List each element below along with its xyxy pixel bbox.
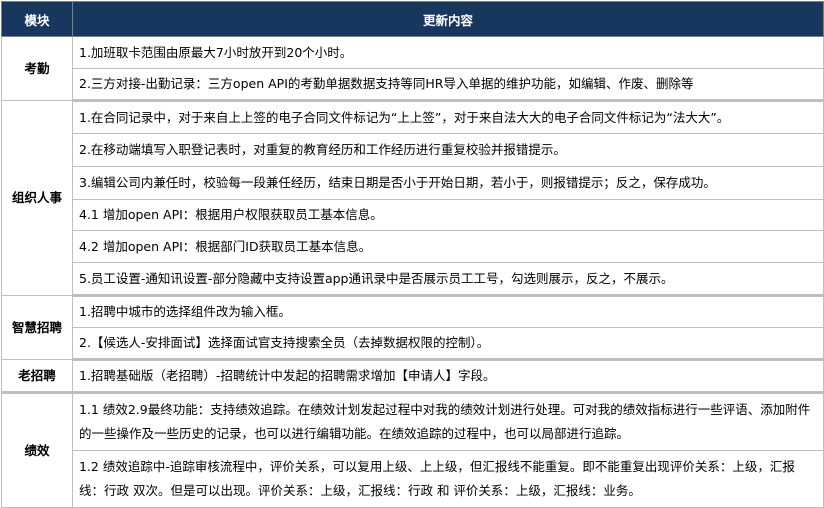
table-row: 2.在移动端填写入职登记表时，对重复的教育经历和工作经历进行重复校验并报错提示。 — [2, 133, 824, 167]
table-row: 4.1 增加open API：根据用户权限获取员工基本信息。 — [2, 199, 824, 231]
update-item: 1.加班取卡范围由原最大7小时放开到20个小时。 — [72, 36, 824, 69]
table-row: 考勤 1.加班取卡范围由原最大7小时放开到20个小时。 — [1, 36, 824, 101]
update-item: 4.2 增加open API：根据部门ID获取员工基本信息。 — [72, 230, 824, 263]
table-row: 1.2 绩效追踪中-追踪审核流程中，评价关系，可以复用上级、上上级，但汇报线不能… — [2, 450, 824, 508]
update-item: 2.【候选人-安排面试】选择面试官支持搜索全员（去掉数据权限的控制）。 — [72, 327, 824, 361]
update-item: 5.员工设置-通知讯设置-部分隐藏中支持设置app通讯录中是否展示员工工号，勾选… — [72, 262, 824, 297]
update-item: 1.在合同记录中，对于来自上上签的电子合同文件标记为“上上签”，对于来自法大大的… — [72, 100, 824, 134]
update-item: 4.1 增加open API：根据用户权限获取员工基本信息。 — [72, 199, 824, 231]
table-row: 5.员工设置-通知讯设置-部分隐藏中支持设置app通讯录中是否展示员工工号，勾选… — [2, 262, 824, 297]
header-row: 模块 更新内容 — [1, 1, 824, 37]
update-item: 1.1 绩效2.9最终功能：支持绩效追踪。在绩效计划发起过程中对我的绩效计划进行… — [72, 392, 824, 451]
module-cell-attendance: 考勤 — [1, 36, 73, 101]
table-row: 组织人事 1.在合同记录中，对于来自上上签的电子合同文件标记为“上上签”，对于来… — [1, 100, 824, 296]
table-row: 2.【候选人-安排面试】选择面试官支持搜索全员（去掉数据权限的控制）。 — [2, 327, 824, 361]
update-item: 3.编辑公司内兼任时，校验每一段兼任经历，结束日期是否小于开始日期，若小于，则报… — [72, 166, 824, 200]
update-item: 2.在移动端填写入职登记表时，对重复的教育经历和工作经历进行重复校验并报错提示。 — [72, 133, 824, 167]
update-item: 1.2 绩效追踪中-追踪审核流程中，评价关系，可以复用上级、上上级，但汇报线不能… — [72, 450, 824, 508]
table-row: 绩效 1.1 绩效2.9最终功能：支持绩效追踪。在绩效计划发起过程中对我的绩效计… — [1, 392, 824, 508]
module-cell-performance: 绩效 — [1, 392, 73, 508]
table-row: 智慧招聘 1.招聘中城市的选择组件改为输入框。 — [1, 295, 824, 360]
table-row: 2.三方对接-出勤记录：三方open API的考勤单据数据支持等同HR导入单据的… — [2, 68, 824, 102]
header-module: 模块 — [1, 1, 73, 37]
update-table: 模块 更新内容 考勤 1.加班取卡范围由原最大7小时放开到20个小时。 2.三方… — [1, 1, 824, 508]
update-item: 1.招聘基础版（老招聘）-招聘统计中发起的招聘需求增加【申请人】字段。 — [72, 359, 824, 394]
table-row: 4.2 增加open API：根据部门ID获取员工基本信息。 — [2, 230, 824, 263]
module-cell-old-recruit: 老招聘 — [1, 359, 73, 394]
module-cell-hr: 组织人事 — [1, 100, 73, 296]
update-item: 1.招聘中城市的选择组件改为输入框。 — [72, 295, 824, 328]
header-content: 更新内容 — [72, 1, 824, 37]
update-item: 2.三方对接-出勤记录：三方open API的考勤单据数据支持等同HR导入单据的… — [72, 68, 824, 102]
table-row: 3.编辑公司内兼任时，校验每一段兼任经历，结束日期是否小于开始日期，若小于，则报… — [2, 166, 824, 200]
module-cell-smart-recruit: 智慧招聘 — [1, 295, 73, 360]
table-row: 老招聘 1.招聘基础版（老招聘）-招聘统计中发起的招聘需求增加【申请人】字段。 — [1, 359, 824, 394]
